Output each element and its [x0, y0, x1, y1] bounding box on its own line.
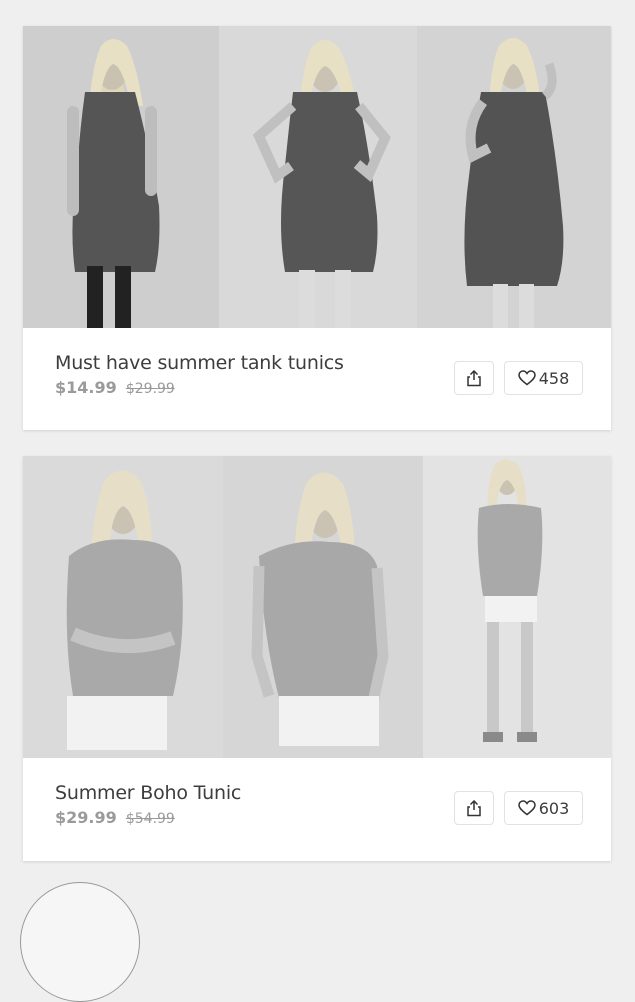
like-count: 603: [538, 798, 570, 818]
like-count: 458: [538, 368, 570, 388]
product-prices: $29.99 $54.99: [55, 808, 175, 827]
product-title[interactable]: Summer Boho Tunic: [55, 782, 241, 804]
share-icon: [467, 799, 481, 816]
like-button[interactable]: 458: [504, 361, 583, 395]
product-photo[interactable]: [23, 456, 223, 758]
product-info: Summer Boho Tunic $29.99 $54.99 603: [23, 758, 611, 861]
like-button[interactable]: 603: [504, 791, 583, 825]
sale-price: $29.99: [55, 808, 117, 827]
heart-icon: [517, 800, 536, 816]
share-button[interactable]: [454, 361, 494, 395]
product-prices: $14.99 $29.99: [55, 378, 175, 397]
product-card[interactable]: Summer Boho Tunic $29.99 $54.99 603: [23, 456, 611, 861]
share-icon: [467, 369, 481, 386]
sale-price: $14.99: [55, 378, 117, 397]
product-info: Must have summer tank tunics $14.99 $29.…: [23, 328, 611, 430]
product-photo-strip: [23, 26, 611, 328]
product-photo[interactable]: [423, 456, 611, 758]
product-card[interactable]: Must have summer tank tunics $14.99 $29.…: [23, 26, 611, 430]
original-price: $54.99: [125, 811, 175, 827]
original-price: $29.99: [125, 381, 175, 397]
product-photo[interactable]: [23, 26, 219, 328]
product-photo[interactable]: [219, 26, 417, 328]
product-photo[interactable]: [223, 456, 423, 758]
product-photo-strip: [23, 456, 611, 758]
floating-action-button[interactable]: [20, 882, 140, 1002]
share-button[interactable]: [454, 791, 494, 825]
heart-icon: [517, 370, 536, 386]
product-title[interactable]: Must have summer tank tunics: [55, 352, 344, 374]
product-photo[interactable]: [417, 26, 611, 328]
